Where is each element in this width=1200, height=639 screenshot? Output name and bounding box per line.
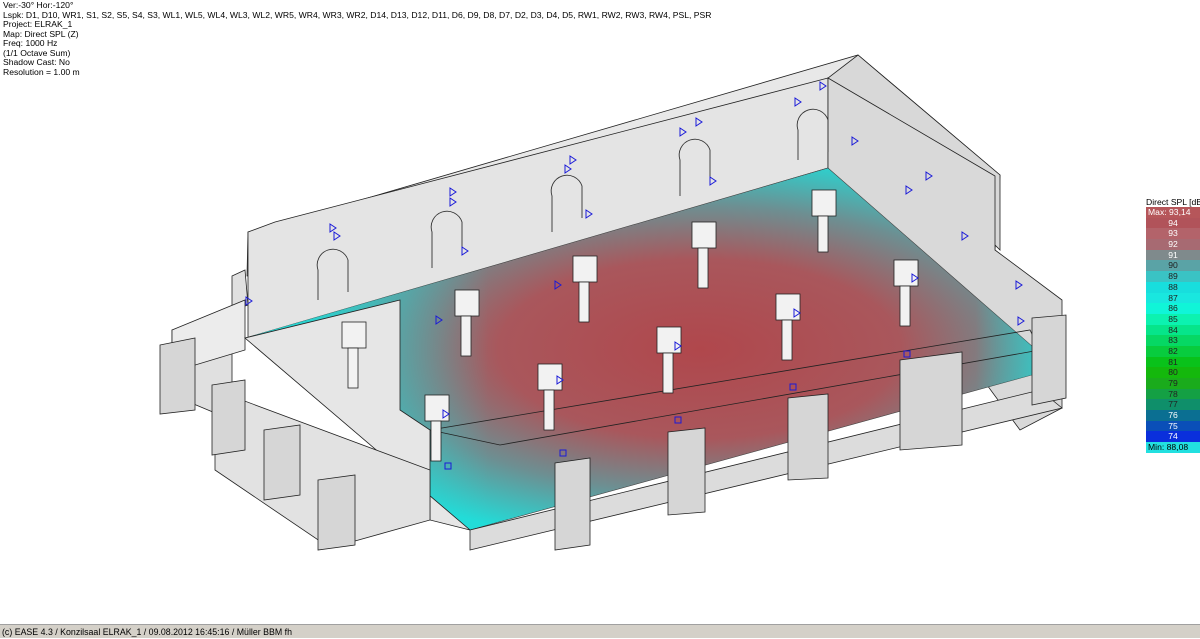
legend-step: 77 <box>1146 399 1200 411</box>
legend-step: 90 <box>1146 260 1200 272</box>
legend-step: 81 <box>1146 356 1200 368</box>
legend-step: 87 <box>1146 292 1200 304</box>
spl-legend: Direct SPL [dB] Max: 93,14 94 93 92 91 90 89 8… <box>1146 197 1200 453</box>
legend-step: 83 <box>1146 335 1200 346</box>
legend-max: Max: 93,14 <box>1146 207 1200 218</box>
legend-step: 82 <box>1146 345 1200 357</box>
legend-step: 86 <box>1146 303 1200 314</box>
legend-step: 80 <box>1146 367 1200 378</box>
legend-step: 74 <box>1146 431 1200 443</box>
legend-step: 91 <box>1146 249 1200 261</box>
legend-step: 75 <box>1146 420 1200 432</box>
legend-step: 89 <box>1146 271 1200 282</box>
legend-step: 94 <box>1146 217 1200 229</box>
legend-step: 85 <box>1146 313 1200 325</box>
room-3d-view[interactable] <box>0 0 1200 624</box>
legend-step: 84 <box>1146 324 1200 336</box>
legend-step: 93 <box>1146 228 1200 240</box>
legend-step: 78 <box>1146 388 1200 400</box>
legend-title: Direct SPL [dB] <box>1146 197 1200 207</box>
legend-step: 88 <box>1146 281 1200 293</box>
legend-step: 79 <box>1146 378 1200 389</box>
status-bar: (c) EASE 4.3 / Konzilsaal ELRAK_1 / 09.0… <box>0 624 1200 638</box>
legend-step: 92 <box>1146 239 1200 250</box>
legend-step: 76 <box>1146 410 1200 421</box>
legend-min: Min: 88,08 <box>1146 442 1200 453</box>
legend-steps: 94 93 92 91 90 89 88 87 86 85 84 83 82 81 80 79 78 77 76 75… <box>1146 217 1200 443</box>
